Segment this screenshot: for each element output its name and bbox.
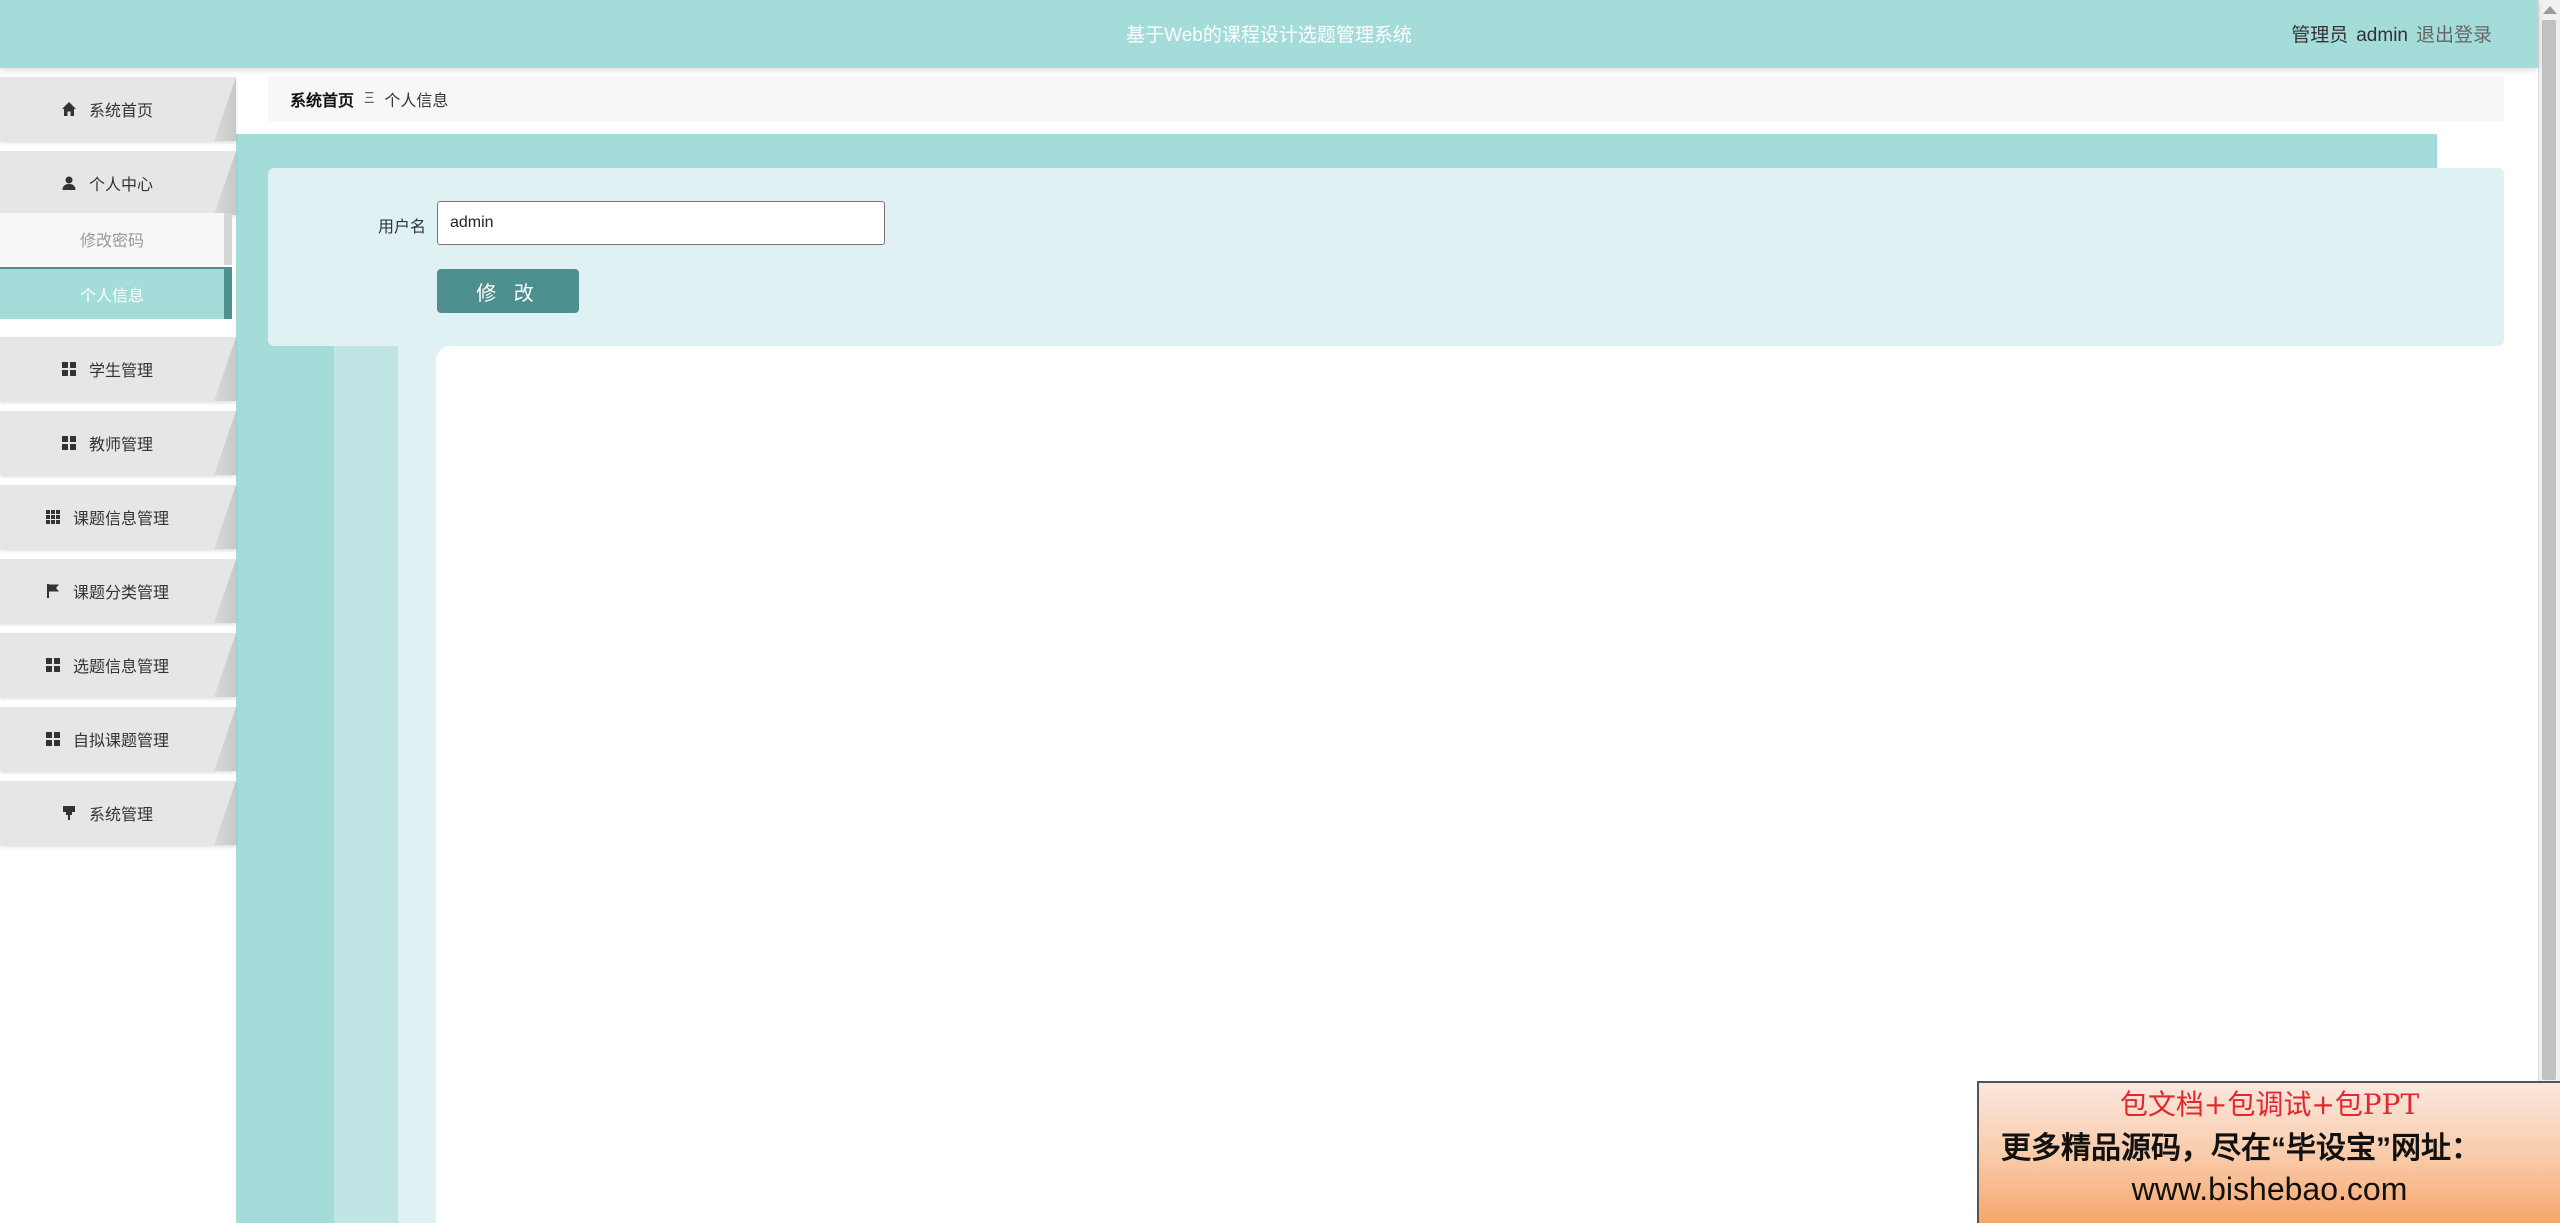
user-area: 管理员 admin 退出登录: [2291, 20, 2492, 47]
profile-form-panel: [268, 168, 2504, 346]
logout-link[interactable]: 退出登录: [2416, 25, 2492, 46]
breadcrumb-home[interactable]: 系统首页: [290, 87, 354, 111]
sidebar-item-topic-category[interactable]: 课题分类管理: [0, 559, 236, 623]
sidebar: 系统首页 个人中心 修改密码 个人信息 学生管理 教师管理 课题信息管理 课题分…: [0, 68, 236, 1223]
username-input[interactable]: [437, 201, 885, 245]
teal-band: [236, 134, 2437, 168]
sidebar-item-label: 课题信息管理: [72, 511, 169, 528]
sidebar-item-label: 课题分类管理: [72, 585, 169, 602]
sidebar-item-label: 教师管理: [88, 437, 153, 454]
sidebar-subitem-change-password[interactable]: 修改密码: [0, 213, 232, 265]
apps-icon: [45, 509, 61, 525]
sidebar-item-label: 系统首页: [88, 103, 153, 120]
scrollbar-thumb[interactable]: [2542, 20, 2556, 1080]
breadcrumb-separator: Ξ: [364, 90, 375, 107]
app-title: 基于Web的课程设计选题管理系统: [1126, 25, 1412, 46]
grid-icon: [61, 435, 77, 451]
sidebar-item-topic-info[interactable]: 课题信息管理: [0, 485, 236, 549]
username-label: 用户名: [378, 219, 427, 236]
grid-icon: [45, 731, 61, 747]
sidebar-item-personal-center[interactable]: 个人中心: [0, 151, 236, 215]
breadcrumb: 系统首页 Ξ 个人信息: [268, 76, 2504, 122]
flag-icon: [45, 583, 61, 599]
home-icon: [61, 101, 77, 117]
breadcrumb-current: 个人信息: [384, 93, 449, 110]
grid-icon: [61, 361, 77, 377]
sidebar-item-label: 个人中心: [88, 177, 153, 194]
page-scrollbar[interactable]: [2538, 0, 2560, 1223]
promo-url: www.bishebao.com: [2131, 1171, 2408, 1207]
user-icon: [61, 175, 77, 191]
promo-line-2: 更多精品源码，尽在“毕设宝”网址：: [2001, 1132, 2481, 1165]
user-role: 管理员: [2291, 25, 2349, 46]
teal-column-mid: [334, 346, 398, 1223]
sidebar-item-system[interactable]: 系统管理: [0, 781, 236, 845]
scroll-up-arrow-icon[interactable]: [2543, 6, 2557, 14]
sidebar-item-home[interactable]: 系统首页: [0, 77, 236, 141]
sidebar-item-label: 选题信息管理: [72, 659, 169, 676]
sidebar-item-label: 学生管理: [88, 363, 153, 380]
sidebar-item-custom-topic[interactable]: 自拟课题管理: [0, 707, 236, 771]
sidebar-item-selection-info[interactable]: 选题信息管理: [0, 633, 236, 697]
promo-line-1: 包文档+包调试+包PPT: [2119, 1088, 2420, 1121]
teal-column-light: [398, 346, 436, 1223]
grid-icon: [45, 657, 61, 673]
sidebar-item-label: 自拟课题管理: [72, 733, 169, 750]
promo-banner: 包文档+包调试+包PPT 更多精品源码，尽在“毕设宝”网址： www.bishe…: [1977, 1081, 2560, 1223]
modify-button[interactable]: 修 改: [437, 269, 579, 313]
pin-icon: [61, 805, 77, 821]
top-header: 基于Web的课程设计选题管理系统 管理员 admin 退出登录: [0, 0, 2538, 68]
sidebar-subitem-personal-info[interactable]: 个人信息: [0, 267, 232, 319]
username: admin: [2356, 25, 2408, 46]
sidebar-item-label: 系统管理: [88, 807, 153, 824]
sidebar-item-teachers[interactable]: 教师管理: [0, 411, 236, 475]
sidebar-item-students[interactable]: 学生管理: [0, 337, 236, 401]
